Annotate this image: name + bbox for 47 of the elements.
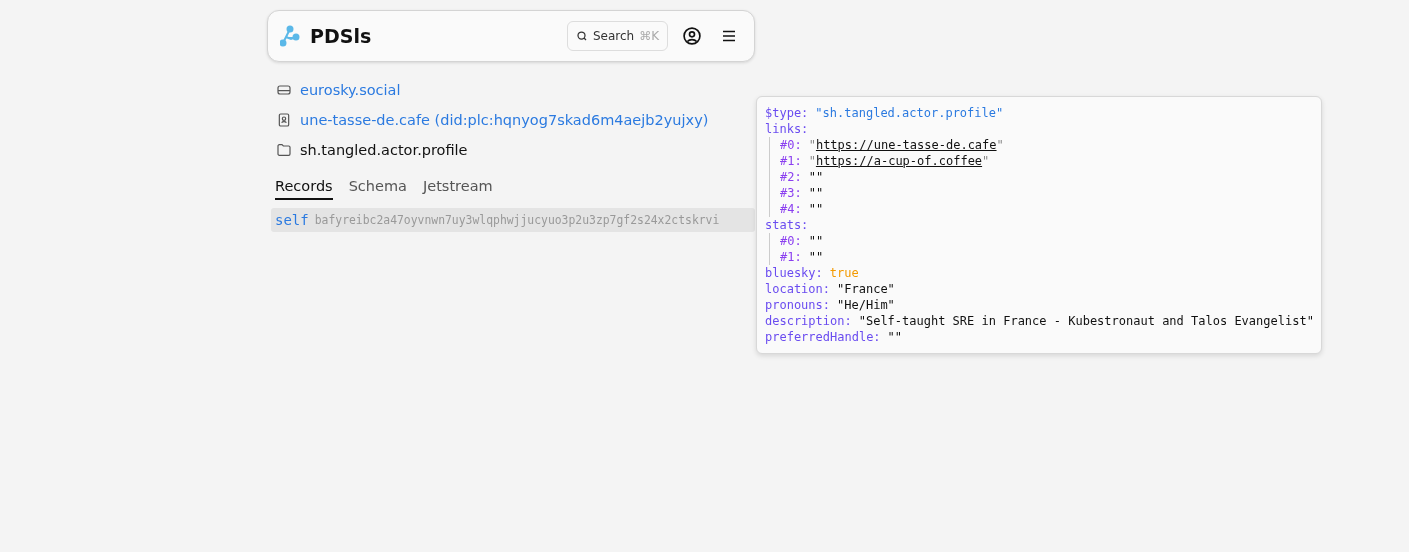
json-key: #4: xyxy=(780,201,802,217)
json-key: links: xyxy=(765,121,809,137)
quote-mark: " xyxy=(808,153,816,169)
folder-icon xyxy=(276,142,292,158)
json-key: #0: xyxy=(780,233,802,249)
json-value: "" xyxy=(808,233,824,249)
breadcrumb-text[interactable]: sh.tangled.actor.profile xyxy=(300,142,468,158)
json-key: preferredHandle: xyxy=(765,329,881,345)
json-value: "France" xyxy=(837,281,895,297)
search-icon xyxy=(575,30,588,42)
json-value: true xyxy=(829,265,859,281)
json-key: #0: xyxy=(780,137,802,153)
contact-card-icon xyxy=(276,112,292,128)
app-title: PDSls xyxy=(310,25,373,47)
json-key: location: xyxy=(765,281,831,297)
tab[interactable]: Schema xyxy=(348,174,407,200)
json-value: "sh.tangled.actor.profile" xyxy=(815,105,1004,121)
breadcrumb-link[interactable]: eurosky.social xyxy=(300,82,401,98)
search-button[interactable]: Search ⌘K xyxy=(566,21,668,51)
json-value: "" xyxy=(887,329,903,345)
json-key: #1: xyxy=(780,249,802,265)
json-key: #2: xyxy=(780,169,802,185)
record-cid: bafyreibc2a47oyvnwn7uy3wlqphwjjucyuo3p2u3zp7gf2s24x2ctskrvi xyxy=(314,213,720,227)
json-value: "" xyxy=(808,185,824,201)
json-key: stats: xyxy=(765,217,809,233)
tab[interactable]: Records xyxy=(275,174,333,200)
json-key: #1: xyxy=(780,153,802,169)
account-icon xyxy=(682,26,702,46)
tab[interactable]: Jetstream xyxy=(422,174,493,200)
json-key: bluesky: xyxy=(765,265,823,281)
breadcrumb-link[interactable]: une-tasse-de.cafe (did:plc:hqnyog7skad6m4aejb2yujxy) xyxy=(300,112,709,128)
quote-mark: " xyxy=(996,137,1004,153)
json-key: description: xyxy=(765,313,852,329)
quote-mark: " xyxy=(808,137,816,153)
json-value: "Self-taught SRE in France - Kubestronaut and Talos Evangelist" xyxy=(858,313,1314,329)
json-value: "He/Him" xyxy=(837,297,895,313)
json-key: $type: xyxy=(765,105,809,121)
quote-mark: " xyxy=(982,153,990,169)
json-key: #3: xyxy=(780,185,802,201)
json-value: "" xyxy=(808,169,824,185)
json-value: "" xyxy=(808,249,824,265)
json-key: pronouns: xyxy=(765,297,831,313)
logo-icon xyxy=(280,25,300,47)
url-link[interactable]: https://une-tasse-de.cafe xyxy=(815,137,997,153)
json-value: "" xyxy=(808,201,824,217)
drive-icon xyxy=(276,82,292,98)
url-link[interactable]: https://a-cup-of.coffee xyxy=(815,153,983,169)
